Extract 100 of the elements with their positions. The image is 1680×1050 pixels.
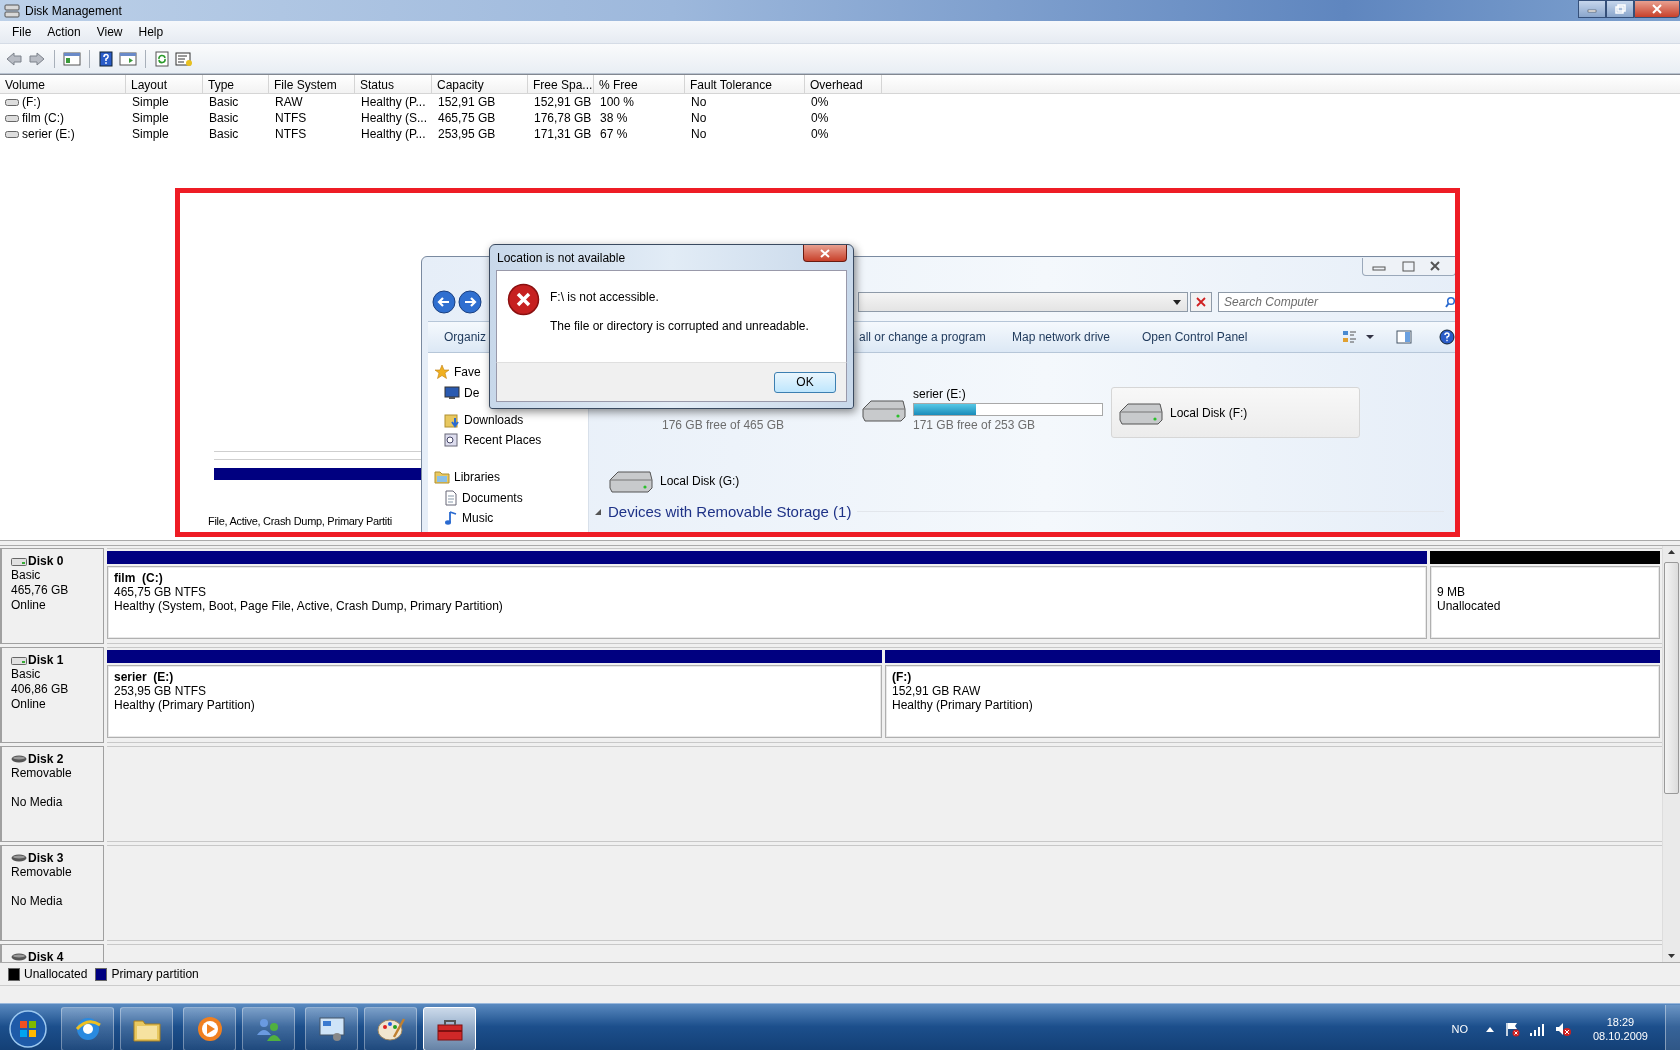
- taskbar-button[interactable]: [364, 1007, 417, 1050]
- nav-item[interactable]: Libraries: [454, 470, 501, 484]
- nav-item[interactable]: Downloads: [464, 413, 524, 427]
- table-cell-text: Healthy (P...: [360, 127, 427, 141]
- command-button[interactable]: Organiz: [444, 330, 487, 344]
- column-header[interactable]: Capacity: [432, 75, 528, 93]
- legend-label: Primary partition: [111, 967, 199, 981]
- table-cell-text: 152,91 GB: [533, 95, 593, 109]
- preview-pane-icon[interactable]: [1396, 329, 1412, 345]
- restore-icon: [1614, 4, 1626, 14]
- column-header[interactable]: Status: [355, 75, 432, 93]
- document-icon: [444, 490, 458, 506]
- partition-info: Unallocated: [1437, 599, 1502, 613]
- command-button[interactable]: all or change a program: [859, 330, 986, 344]
- menu-item[interactable]: Help: [130, 23, 172, 41]
- table-cell-text: RAW: [274, 95, 304, 109]
- search-field[interactable]: Search Computer: [1218, 292, 1455, 312]
- view-options-icon[interactable]: [1342, 329, 1374, 345]
- disk-label-panel[interactable]: Disk 0 Basic 465,76 GB Online: [0, 548, 104, 644]
- drive-tile[interactable]: Local Disk (G:): [602, 455, 746, 506]
- nav-item[interactable]: Music: [462, 511, 494, 525]
- column-header[interactable]: Fault Tolerance: [685, 75, 805, 93]
- language-indicator[interactable]: NO: [1451, 1023, 1468, 1035]
- command-button[interactable]: Open Control Panel: [1142, 330, 1248, 344]
- nav-item[interactable]: Fave: [454, 365, 481, 379]
- partition-name: film (C:): [114, 571, 164, 585]
- nav-item[interactable]: Recent Places: [464, 433, 542, 447]
- monitor-icon: [444, 386, 460, 400]
- column-header[interactable]: Volume: [0, 75, 126, 93]
- signal-icon[interactable]: [1528, 1022, 1545, 1036]
- volume-name: (F:): [22, 95, 41, 109]
- help-icon[interactable]: [98, 50, 114, 67]
- dialog-title: Location is not available: [497, 250, 626, 265]
- dialog-detail: The file or directory is corrupted and unreadable.: [550, 319, 809, 333]
- disk-label-panel[interactable]: Disk 2 Removable No Media: [0, 746, 104, 842]
- clock[interactable]: 18:29 08.10.2009: [1592, 1015, 1648, 1043]
- show-desktop-button[interactable]: [1665, 1005, 1680, 1050]
- refresh-icon[interactable]: [154, 50, 170, 67]
- help-icon[interactable]: [1439, 329, 1455, 345]
- address-bar[interactable]: [858, 292, 1188, 312]
- nav-item[interactable]: Documents: [462, 491, 523, 505]
- table-cell-text: 0%: [810, 127, 830, 141]
- cancel-button[interactable]: [1190, 292, 1212, 312]
- back-icon[interactable]: [5, 50, 23, 67]
- close-button[interactable]: [1634, 0, 1680, 18]
- drive-tile[interactable]: Local Disk (F:): [1111, 387, 1360, 438]
- console-tree-icon[interactable]: [63, 50, 81, 67]
- disk-management-icon: [4, 3, 20, 18]
- flag-icon[interactable]: [1503, 1021, 1520, 1037]
- minimize-button[interactable]: [1578, 0, 1606, 18]
- column-header[interactable]: File System: [269, 75, 355, 93]
- close-icon: [1652, 4, 1662, 14]
- close-button[interactable]: [803, 245, 847, 262]
- taskbar-button[interactable]: [183, 1007, 236, 1050]
- taskbar-button[interactable]: [423, 1007, 476, 1050]
- free-space-text[interactable]: 176 GB free of 465 GB: [659, 417, 788, 433]
- column-header[interactable]: Free Spa...: [528, 75, 594, 93]
- collapse-icon[interactable]: [594, 507, 602, 516]
- nav-item[interactable]: De: [464, 386, 480, 400]
- disk-label-panel[interactable]: Disk 1 Basic 406,86 GB Online: [0, 647, 104, 743]
- taskbar-button[interactable]: [120, 1007, 173, 1050]
- column-header[interactable]: Type: [203, 75, 269, 93]
- restore-button[interactable]: [1606, 0, 1634, 18]
- table-cell-text: Healthy (P...: [360, 95, 427, 109]
- disk-label-panel[interactable]: Disk 4: [0, 944, 104, 962]
- taskbar-button[interactable]: [305, 1007, 358, 1050]
- menu-item[interactable]: Action: [39, 23, 89, 41]
- ok-button[interactable]: OK: [774, 371, 836, 393]
- music-note-icon: [444, 510, 458, 526]
- partition-info: Healthy (Primary Partition): [892, 698, 1034, 712]
- partition-info: 9 MB: [1437, 585, 1466, 599]
- partition-name: (F:): [892, 670, 913, 684]
- disk-info: Online: [11, 697, 47, 712]
- removable-disk-icon: [11, 755, 27, 763]
- scrollbar[interactable]: [1662, 546, 1680, 962]
- drive-name: Local Disk (G:): [660, 473, 740, 488]
- column-header[interactable]: % Free: [594, 75, 685, 93]
- table-cell-text: Basic: [208, 127, 240, 141]
- taskbar-button[interactable]: [61, 1007, 114, 1050]
- disk-info: Removable: [11, 766, 73, 781]
- window-buttons[interactable]: [1362, 258, 1455, 276]
- column-header[interactable]: Layout: [126, 75, 203, 93]
- disk-label-panel[interactable]: Disk 3 Removable No Media: [0, 845, 104, 941]
- speaker-muted-icon[interactable]: [1553, 1021, 1572, 1037]
- show-hidden-icons-icon[interactable]: [1484, 1025, 1495, 1033]
- removable-disk-icon: [11, 953, 27, 961]
- menu-item[interactable]: File: [4, 23, 40, 41]
- back-forward-buttons[interactable]: [432, 290, 484, 314]
- command-button[interactable]: Map network drive: [1012, 330, 1111, 344]
- disk-name: Disk 2: [28, 752, 64, 766]
- table-cell-text: 152,91 GB: [437, 95, 497, 109]
- drive-item[interactable]: serier (E:) 171 GB free of 253 GB: [861, 387, 1103, 432]
- column-header[interactable]: Overhead: [805, 75, 882, 93]
- properties-icon[interactable]: [175, 50, 193, 67]
- menu-item[interactable]: View: [88, 23, 131, 41]
- table-cell-text: Healthy (S...: [360, 111, 429, 125]
- action-pane-icon[interactable]: [119, 50, 137, 67]
- forward-icon[interactable]: [28, 50, 46, 67]
- search-icon: [1445, 296, 1455, 308]
- drive-icon: [5, 98, 19, 106]
